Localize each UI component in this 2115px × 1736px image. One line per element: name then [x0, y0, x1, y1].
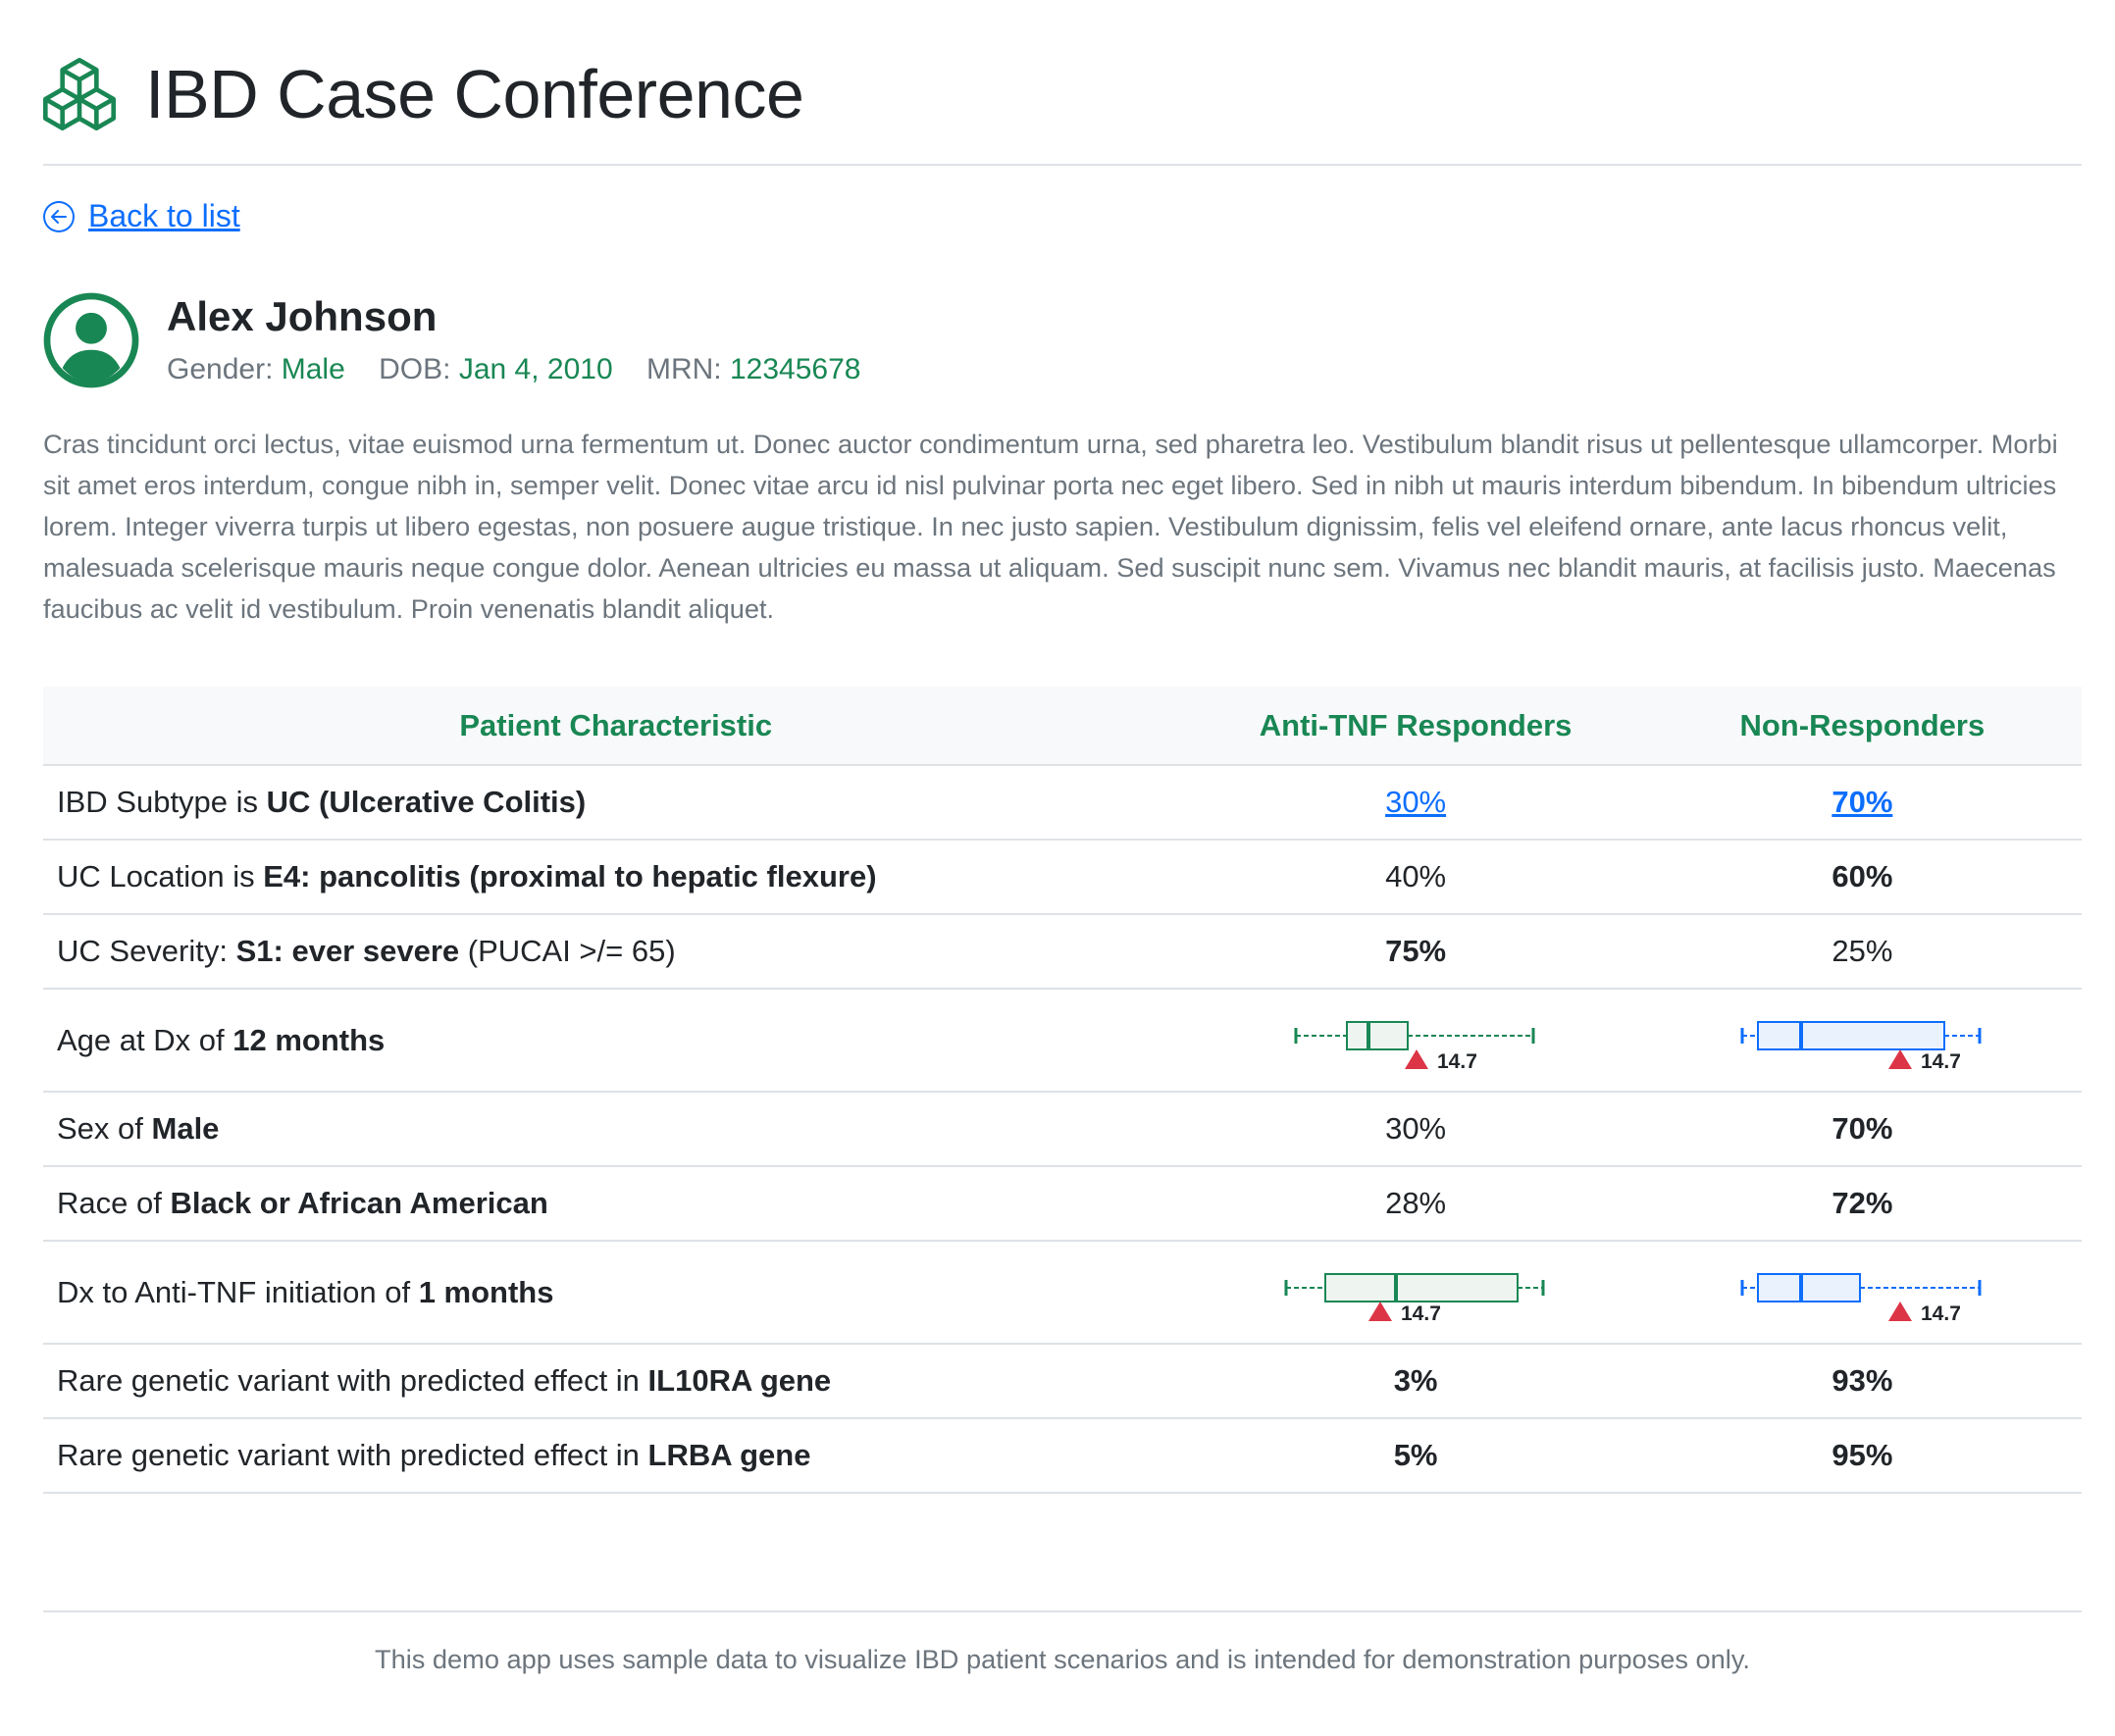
non-responders-boxplot-cell: 14.7 — [1642, 1241, 2082, 1345]
table-row: Age at Dx of 12 months 14.7 14.7 — [43, 989, 2082, 1093]
mrn-value: 12345678 — [729, 353, 861, 385]
characteristic-text: IBD Subtype is — [57, 785, 267, 819]
patient-marker-icon — [1405, 1048, 1429, 1069]
characteristic-text: Rare genetic variant with predicted effe… — [57, 1438, 648, 1472]
characteristic-value: LRBA gene — [647, 1438, 811, 1472]
characteristic-cell: Rare genetic variant with predicted effe… — [43, 1418, 1189, 1494]
patient-marker-icon — [1888, 1048, 1913, 1069]
non-responders-value: 93% — [1642, 1344, 2082, 1419]
non-responders-value: 25% — [1642, 914, 2082, 990]
non-responders-value: 60% — [1642, 840, 2082, 915]
characteristic-value: Male — [151, 1111, 220, 1146]
table-row: UC Severity: S1: ever severe (PUCAI >/= … — [43, 914, 2082, 990]
characteristic-text: UC Severity: — [57, 934, 236, 968]
characteristic-cell: Dx to Anti-TNF initiation of 1 months — [43, 1241, 1189, 1345]
dob-value: Jan 4, 2010 — [458, 353, 613, 385]
non-responders-boxplot: 14.7 — [1740, 1272, 1982, 1325]
characteristic-cell: UC Location is E4: pancolitis (proximal … — [43, 840, 1189, 915]
box — [1346, 1020, 1410, 1050]
responders-value: 28% — [1188, 1166, 1643, 1242]
header-patient-characteristic: Patient Characteristic — [43, 687, 1189, 766]
footer-disclaimer: This demo app uses sample data to visual… — [375, 1644, 1750, 1674]
characteristic-text: Age at Dx of — [57, 1022, 233, 1057]
responders-link[interactable]: 30% — [1385, 785, 1446, 819]
table-row: Dx to Anti-TNF initiation of 1 months 14… — [43, 1241, 2082, 1345]
gender-value: Male — [281, 353, 345, 385]
patient-meta: Gender: Male DOB: Jan 4, 2010 MRN: 12345… — [167, 353, 860, 386]
responders-boxplot-cell: 14.7 — [1188, 989, 1643, 1093]
back-to-list-link[interactable]: Back to list — [43, 198, 240, 234]
responders-value: 40% — [1188, 840, 1643, 915]
responders-cell: 30% — [1188, 765, 1643, 841]
mrn-label: MRN: — [645, 353, 722, 385]
characteristic-cell: Sex of Male — [43, 1092, 1189, 1167]
characteristic-value: 12 months — [232, 1022, 386, 1057]
header-non-responders: Non-Responders — [1642, 687, 2082, 766]
responders-value: 30% — [1188, 1092, 1643, 1167]
box — [1757, 1020, 1946, 1050]
marker-label: 14.7 — [1921, 1050, 1961, 1073]
non-responders-link[interactable]: 70% — [1831, 785, 1892, 819]
back-to-list-label[interactable]: Back to list — [88, 198, 240, 234]
box — [1757, 1272, 1862, 1302]
arrow-left-circle-icon — [43, 200, 75, 232]
non-responders-boxplot-cell: 14.7 — [1642, 989, 2082, 1093]
characteristic-value: 1 months — [418, 1274, 554, 1309]
characteristic-text: Rare genetic variant with predicted effe… — [57, 1363, 648, 1398]
characteristic-cell: IBD Subtype is UC (Ulcerative Colitis) — [43, 765, 1189, 841]
table-header-row: Patient Characteristic Anti-TNF Responde… — [43, 687, 2082, 766]
non-responders-value: 72% — [1642, 1166, 2082, 1242]
header-anti-tnf-responders: Anti-TNF Responders — [1188, 687, 1643, 766]
characteristic-text: Sex of — [57, 1111, 152, 1146]
patient-name: Alex Johnson — [167, 293, 438, 339]
characteristic-text: Race of — [57, 1186, 171, 1220]
characteristic-cell: Rare genetic variant with predicted effe… — [43, 1344, 1189, 1419]
responders-value: 75% — [1188, 914, 1643, 990]
gender-label: Gender: — [167, 353, 274, 385]
table-row: IBD Subtype is UC (Ulcerative Colitis) 3… — [43, 765, 2082, 841]
responders-boxplot: 14.7 — [1284, 1272, 1545, 1325]
table-row: Rare genetic variant with predicted effe… — [43, 1418, 2082, 1494]
characteristic-cell: UC Severity: S1: ever severe (PUCAI >/= … — [43, 914, 1189, 990]
table-row: Race of Black or African American 28% 72… — [43, 1166, 2082, 1242]
boxes-icon — [43, 57, 116, 130]
characteristic-value: E4: pancolitis (proximal to hepatic flex… — [263, 859, 877, 894]
responders-value: 5% — [1188, 1418, 1643, 1494]
characteristic-text: Dx to Anti-TNF initiation of — [57, 1274, 419, 1309]
characteristics-table: Patient Characteristic Anti-TNF Responde… — [43, 687, 2082, 1494]
characteristic-value: Black or African American — [170, 1186, 548, 1220]
characteristic-value: IL10RA gene — [647, 1363, 832, 1398]
characteristic-cell: Race of Black or African American — [43, 1166, 1189, 1242]
characteristic-suffix: (PUCAI >/= 65) — [459, 934, 676, 968]
patient-description: Cras tincidunt orci lectus, vitae euismo… — [43, 429, 2058, 624]
responders-value: 3% — [1188, 1344, 1643, 1419]
non-responders-cell: 70% — [1642, 765, 2082, 841]
patient-marker-icon — [1888, 1301, 1913, 1321]
table-row: Rare genetic variant with predicted effe… — [43, 1344, 2082, 1419]
non-responders-boxplot: 14.7 — [1740, 1020, 1982, 1073]
characteristic-value: UC (Ulcerative Colitis) — [266, 785, 587, 819]
responders-boxplot-cell: 14.7 — [1188, 1241, 1643, 1345]
table-row: UC Location is E4: pancolitis (proximal … — [43, 840, 2082, 915]
marker-label: 14.7 — [1401, 1302, 1441, 1325]
non-responders-value: 70% — [1642, 1092, 2082, 1167]
app-header: IBD Case Conference — [43, 0, 2082, 166]
footer: This demo app uses sample data to visual… — [43, 1610, 2082, 1675]
non-responders-value: 95% — [1642, 1418, 2082, 1494]
dob-label: DOB: — [379, 353, 451, 385]
responders-boxplot: 14.7 — [1294, 1020, 1535, 1073]
characteristic-text: UC Location is — [57, 859, 264, 894]
characteristic-value: S1: ever severe — [235, 934, 460, 968]
marker-label: 14.7 — [1921, 1302, 1961, 1325]
person-circle-icon — [43, 292, 139, 388]
patient-marker-icon — [1368, 1301, 1393, 1321]
patient-header: Alex Johnson Gender: Male DOB: Jan 4, 20… — [43, 292, 860, 388]
marker-label: 14.7 — [1437, 1050, 1477, 1073]
box — [1324, 1272, 1520, 1302]
characteristic-cell: Age at Dx of 12 months — [43, 989, 1189, 1093]
page-title: IBD Case Conference — [145, 55, 804, 132]
table-row: Sex of Male 30% 70% — [43, 1092, 2082, 1167]
